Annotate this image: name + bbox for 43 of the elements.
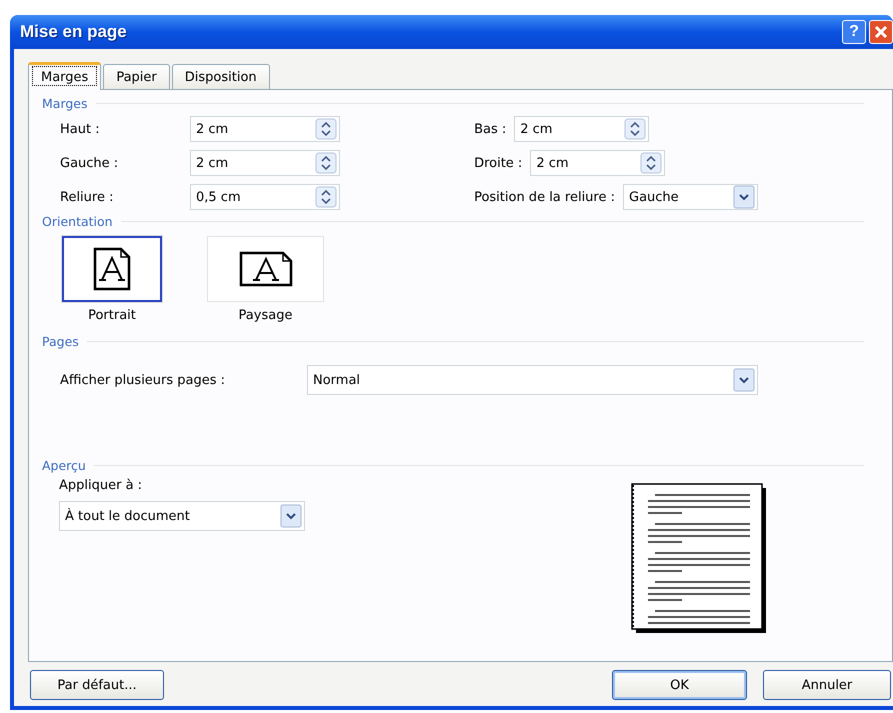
spinner-icon[interactable] [315, 152, 337, 174]
input-field[interactable]: Gauche [623, 184, 758, 210]
field-label: Gauche : [60, 156, 120, 170]
orientation-option[interactable] [62, 236, 162, 302]
dropdown-icon[interactable] [733, 185, 755, 209]
portrait-page-icon [92, 246, 132, 292]
close-button[interactable] [869, 20, 893, 44]
close-icon [874, 25, 888, 39]
field-label: Bas : [474, 122, 506, 136]
input-field[interactable]: 0,5 cm [190, 184, 340, 210]
option-label: Portrait [88, 308, 136, 323]
input-field[interactable]: 2 cm [190, 116, 340, 142]
tab[interactable]: Marges [28, 62, 102, 90]
spinner-icon[interactable] [624, 118, 646, 140]
dropdown-icon[interactable] [280, 504, 302, 528]
landscape-page-icon [238, 250, 294, 288]
input-field[interactable]: 2 cm [530, 150, 666, 176]
field-label: Droite : [474, 156, 522, 170]
spinner-icon[interactable] [315, 118, 337, 140]
input-field[interactable]: 2 cm [190, 150, 340, 176]
spinner-icon[interactable] [640, 152, 662, 174]
field-label: Afficher plusieurs pages : [60, 372, 226, 388]
cancel-button[interactable]: Annuler [763, 670, 891, 700]
input-field[interactable]: 2 cm [514, 116, 650, 142]
dropdown-field[interactable]: Normal [307, 365, 758, 395]
section-title: Pages [42, 334, 79, 348]
section-title: Aperçu [42, 458, 86, 472]
field-label: Appliquer à : [59, 478, 144, 493]
help-button[interactable]: ? [842, 20, 866, 44]
tab[interactable]: Disposition [172, 64, 270, 89]
field-label: Position de la reliure : [474, 190, 615, 204]
dropdown-icon[interactable] [733, 368, 755, 392]
option-label: Paysage [238, 308, 292, 323]
section-title: Marges [42, 96, 88, 110]
dropdown-field[interactable]: À tout le document [59, 501, 305, 531]
default-button[interactable]: Par défaut... [30, 670, 164, 700]
spinner-icon[interactable] [315, 186, 337, 208]
window-title: Mise en page [20, 22, 127, 42]
field-label: Reliure : [60, 190, 114, 204]
section-title: Orientation [42, 214, 113, 228]
tab[interactable]: Papier [103, 64, 170, 89]
ok-button[interactable]: OK [612, 670, 747, 700]
field-label: Haut : [60, 122, 101, 136]
